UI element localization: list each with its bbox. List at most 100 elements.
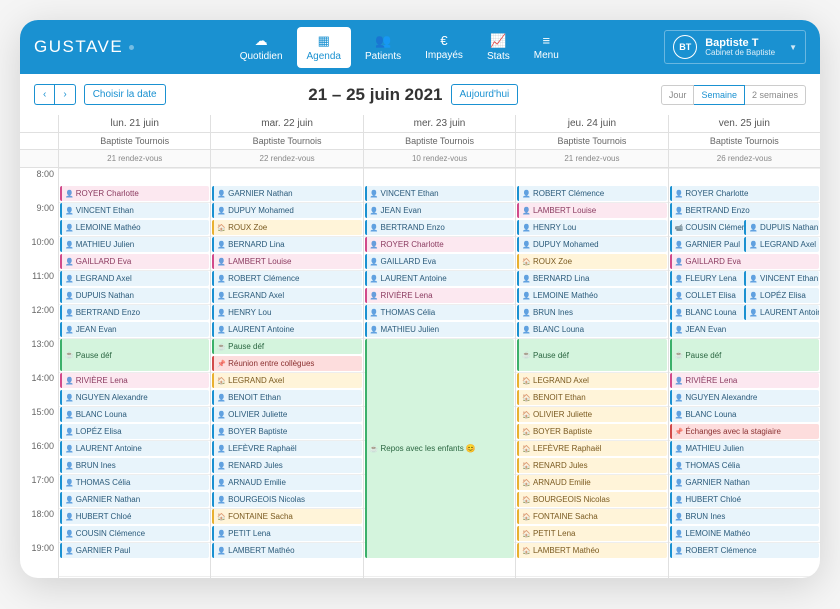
calendar-event[interactable]: 👤MATHIEU Julien [60,237,209,252]
calendar-event[interactable]: 👤DUPUIS Nathan [60,288,209,303]
calendar-event[interactable]: 🏠FONTAINE Sacha [212,509,361,524]
calendar-event[interactable]: 👤GARNIER Paul [60,543,209,558]
calendar-event[interactable]: 👤LEGRAND Axel [212,288,361,303]
calendar-event[interactable]: 👤ROBERT Clémence [212,271,361,286]
calendar-event[interactable]: 👤RIVIÈRE Lena [670,373,819,388]
calendar-event[interactable]: 👤BENOIT Ethan [212,390,361,405]
calendar-event[interactable]: 👤DUPUY Mohamed [212,203,361,218]
calendar-event[interactable]: 👤ROYER Charlotte [365,237,514,252]
nav-item-patients[interactable]: 👥Patients [355,27,411,68]
calendar-event[interactable]: 🏠LAMBERT Mathéo [517,543,666,558]
calendar-event[interactable]: 👤LAURENT Antoine [365,271,514,286]
calendar-event[interactable]: 👤BOURGEOIS Nicolas [212,492,361,507]
calendar-event[interactable]: 👤JEAN Evan [365,203,514,218]
calendar-event[interactable]: 🏠BOYER Baptiste [517,424,666,439]
calendar-event[interactable]: 👤HUBERT Chloé [670,492,819,507]
calendar-event[interactable]: 👤BLANC Louna [60,407,209,422]
calendar-event[interactable]: 👤COLLET Elisa [670,288,745,303]
calendar-event[interactable]: 👤GARNIER Nathan [60,492,209,507]
day-column[interactable]: 👤ROYER Charlotte👤BERTRAND Enzo📹COUSIN Cl… [668,168,820,578]
calendar-event[interactable]: 👤LOPÉZ Elisa [744,288,819,303]
day-column[interactable]: 👤ROYER Charlotte 👤VINCENT Ethan 👤LEMOINE M… [58,168,210,578]
calendar-event[interactable]: 👤JEAN Evan [60,322,209,337]
calendar-event[interactable]: 👤RIVIÈRE Lena [365,288,514,303]
nav-item-stats[interactable]: 📈Stats [477,27,520,68]
calendar-event[interactable]: 👤HUBERT Chloé [60,509,209,524]
calendar-event[interactable]: 👤LAURENT Antoine [744,305,819,320]
calendar-event[interactable]: 👤LAURENT Antoine [212,322,361,337]
calendar-event[interactable]: 👤LAMBERT Louise [517,203,666,218]
calendar-event[interactable]: 👤THOMAS Célia [670,458,819,473]
calendar-event[interactable]: 👤ROBERT Clémence [670,543,819,558]
calendar-event[interactable]: 👤HENRY Lou [517,220,666,235]
day-column[interactable]: 👤VINCENT Ethan 👤JEAN Evan 👤BERTRAND Enzo 👤R… [363,168,515,578]
calendar-event[interactable]: 👤LEGRAND Axel [60,271,209,286]
calendar-event[interactable]: 👤THOMAS Célia [60,475,209,490]
calendar-event[interactable]: 👤LAMBERT Louise [212,254,361,269]
calendar-event[interactable]: ☕Pause déf [60,339,209,371]
calendar-event[interactable]: 👤GAILLARD Eva [670,254,819,269]
calendar-event[interactable]: 👤LEGRAND Axel [744,237,819,252]
calendar-event[interactable]: 🏠BOURGEOIS Nicolas [517,492,666,507]
calendar-event[interactable]: 📹COUSIN Clémence [670,220,745,235]
calendar-event[interactable]: 👤BRUN Ines [517,305,666,320]
calendar-event[interactable]: 👤ROYER Charlotte [60,186,209,201]
calendar-event[interactable]: 🏠FONTAINE Sacha [517,509,666,524]
calendar-event[interactable]: 🏠ARNAUD Emilie [517,475,666,490]
day-column[interactable]: 👤ROBERT Clémence👤LAMBERT Louise👤HENRY Lo… [515,168,667,578]
calendar-event[interactable]: ☕Pause déf [670,339,819,371]
calendar-event[interactable]: 👤BLANC Louna [670,407,819,422]
calendar-event[interactable]: 👤FLEURY Lena [670,271,745,286]
calendar-event[interactable]: 🏠OLIVIER Juliette [517,407,666,422]
calendar-event[interactable]: 👤THOMAS Célia [365,305,514,320]
calendar-event[interactable]: 👤BERTRAND Enzo [60,305,209,320]
calendar-event[interactable]: ☕Repos avec les enfants 😊 [365,339,514,558]
choose-date-button[interactable]: Choisir la date [84,84,166,105]
calendar-event[interactable]: 👤BERNARD Lina [212,237,361,252]
calendar-event[interactable]: 👤GAILLARD Eva [365,254,514,269]
calendar-event[interactable]: 👤VINCENT Ethan [744,271,819,286]
calendar-event[interactable]: 👤MATHIEU Julien [365,322,514,337]
calendar-event[interactable]: 👤PETIT Lena [212,526,361,541]
view-jour[interactable]: Jour [661,85,695,105]
calendar-event[interactable]: 🏠LEGRAND Axel [517,373,666,388]
calendar-event[interactable]: 👤RENARD Jules [212,458,361,473]
calendar-event[interactable]: 👤GARNIER Paul [670,237,745,252]
calendar-event[interactable]: 👤LEMOINE Mathéo [517,288,666,303]
next-button[interactable]: › [54,84,75,105]
calendar-event[interactable]: 👤VINCENT Ethan [365,186,514,201]
calendar-event[interactable]: 👤BRUN Ines [60,458,209,473]
calendar-event[interactable]: 👤BERTRAND Enzo [365,220,514,235]
calendar-event[interactable]: 👤VINCENT Ethan [60,203,209,218]
calendar-event[interactable]: 📌Réunion entre collègues [212,356,361,371]
calendar-event[interactable]: 👤LEMOINE Mathéo [60,220,209,235]
calendar-event[interactable]: 🏠RENARD Jules [517,458,666,473]
calendar-event[interactable]: 👤DUPUIS Nathan [744,220,819,235]
calendar-event[interactable]: 🏠LEFÈVRE Raphaël [517,441,666,456]
prev-button[interactable]: ‹ [34,84,54,105]
calendar-event[interactable]: 👤BOYER Baptiste [212,424,361,439]
calendar-event[interactable]: 👤COUSIN Clémence [60,526,209,541]
calendar-event[interactable]: 👤GARNIER Nathan [212,186,361,201]
calendar-event[interactable]: 👤NGUYEN Alexandre [670,390,819,405]
calendar-event[interactable]: 🏠ROUX Zoe [212,220,361,235]
calendar-event[interactable]: 👤LEFÈVRE Raphaël [212,441,361,456]
calendar-event[interactable]: 🏠ROUX Zoe [517,254,666,269]
calendar-event[interactable]: 👤BERNARD Lina [517,271,666,286]
calendar-event[interactable]: 🏠BENOIT Ethan [517,390,666,405]
today-button[interactable]: Aujourd'hui [451,84,519,105]
user-menu[interactable]: BT Baptiste T Cabinet de Baptiste ▼ [664,30,806,64]
nav-item-agenda[interactable]: ▦Agenda [297,27,351,68]
calendar-event[interactable]: 👤LAMBERT Mathéo [212,543,361,558]
calendar-event[interactable]: 👤ARNAUD Emilie [212,475,361,490]
calendar-event[interactable]: 👤NGUYEN Alexandre [60,390,209,405]
calendar-event[interactable]: 👤BRUN Ines [670,509,819,524]
calendar-event[interactable]: 🏠PETIT Lena [517,526,666,541]
calendar-event[interactable]: 👤RIVIÈRE Lena [60,373,209,388]
calendar-event[interactable]: 👤MATHIEU Julien [670,441,819,456]
calendar-event[interactable]: 👤BERTRAND Enzo [670,203,819,218]
calendar-event[interactable]: ☕Pause déf [517,339,666,371]
calendar-event[interactable]: 👤BLANC Louna [517,322,666,337]
nav-item-menu[interactable]: ≡Menu [524,27,569,68]
nav-item-impayés[interactable]: €Impayés [415,27,473,68]
